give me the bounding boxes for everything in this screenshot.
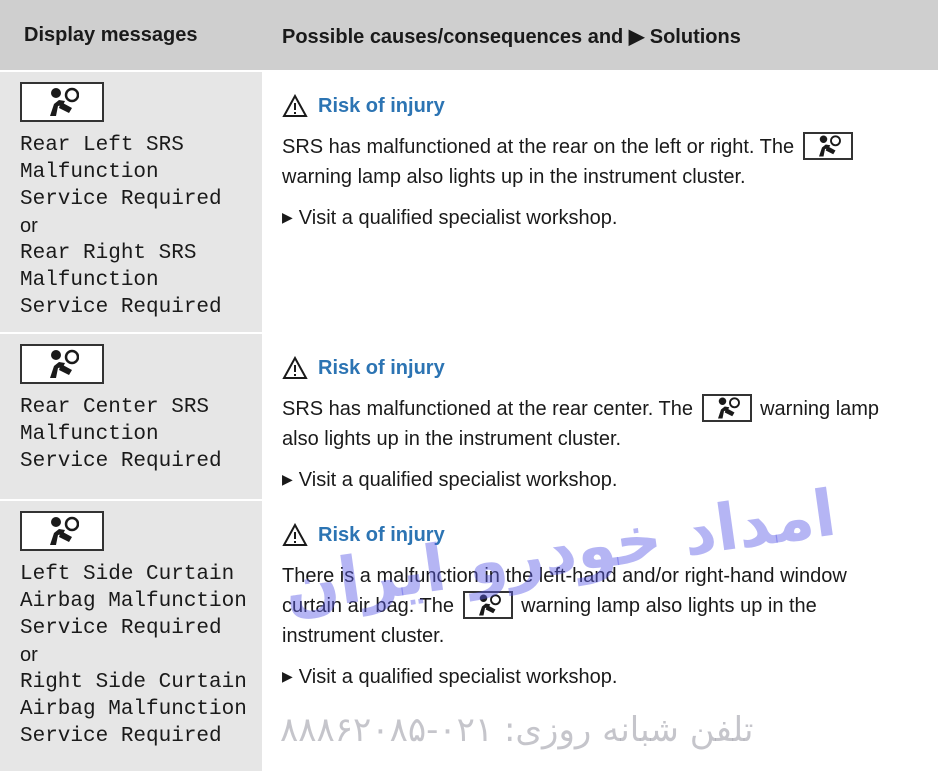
warning-heading: Risk of injury xyxy=(282,523,938,547)
message-line: Malfunction xyxy=(20,161,159,184)
message-line: Rear Right SRS xyxy=(20,242,197,265)
message-line: Service Required xyxy=(20,450,222,473)
solution-item: ▶ Visit a qualified specialist workshop. xyxy=(282,661,938,692)
cause-text-part: SRS has malfunctioned at the rear center… xyxy=(282,398,693,420)
message-line: Malfunction xyxy=(20,269,159,292)
cause-text: There is a malfunction in the left-hand … xyxy=(282,565,847,587)
cause-text: warning lamp also lights up in the instr… xyxy=(282,166,746,188)
table-row: Left Side Curtain Airbag Malfunction Ser… xyxy=(0,499,938,771)
message-line: Airbag Malfunction xyxy=(20,698,247,721)
cause-text: curtain air bag. The warning lamp also l… xyxy=(282,591,938,621)
airbag-warning-icon xyxy=(20,511,104,551)
message-line: Left Side Curtain xyxy=(20,563,235,586)
solution-text: Visit a qualified specialist workshop. xyxy=(298,207,618,229)
cause-text-part: curtain air bag. The xyxy=(282,595,454,617)
message-line: Right Side Curtain xyxy=(20,671,247,694)
message-line: Service Required xyxy=(20,296,222,319)
arrow-right-icon: ▶ xyxy=(282,471,293,487)
message-line: Rear Left SRS xyxy=(20,134,184,157)
message-line: Service Required xyxy=(20,725,222,748)
header-causes-solutions: Possible causes/consequences and ▶ Solut… xyxy=(282,26,741,48)
arrow-right-icon: ▶ xyxy=(282,209,293,225)
causes-cell: Risk of injury SRS has malfunctioned at … xyxy=(262,334,938,499)
message-line: Airbag Malfunction xyxy=(20,590,247,613)
airbag-warning-icon xyxy=(20,82,104,122)
cause-text-part: warning lamp also lights up in the xyxy=(521,595,817,617)
warning-label: Risk of injury xyxy=(318,94,445,117)
warning-heading: Risk of injury xyxy=(282,94,938,118)
airbag-warning-icon xyxy=(802,132,853,160)
display-messages-table: Display messages Possible causes/consequ… xyxy=(0,0,938,771)
cause-text: SRS has malfunctioned at the rear on the… xyxy=(282,132,938,162)
cause-text: also lights up in the instrument cluster… xyxy=(282,428,622,450)
message-line: Malfunction xyxy=(20,423,159,446)
warning-label: Risk of injury xyxy=(318,523,445,546)
or-label: or xyxy=(20,644,38,666)
display-message-cell: Rear Center SRS Malfunction Service Requ… xyxy=(0,334,262,499)
airbag-warning-icon xyxy=(701,394,752,422)
warning-heading: Risk of injury xyxy=(282,356,938,380)
or-label: or xyxy=(20,215,38,237)
display-message-cell: Left Side Curtain Airbag Malfunction Ser… xyxy=(0,501,262,771)
solution-text: Visit a qualified specialist workshop. xyxy=(298,469,618,491)
airbag-warning-icon xyxy=(20,344,104,384)
cause-text: SRS has malfunctioned at the rear center… xyxy=(282,394,938,424)
cause-text-part: warning lamp xyxy=(760,398,880,420)
table-row: Rear Center SRS Malfunction Service Requ… xyxy=(0,332,938,499)
message-line: Service Required xyxy=(20,188,222,211)
message-line: Service Required xyxy=(20,617,222,640)
solution-item: ▶ Visit a qualified specialist workshop. xyxy=(282,202,938,233)
table-header: Display messages Possible causes/consequ… xyxy=(0,0,938,70)
warning-triangle-icon xyxy=(282,94,308,118)
solution-item: ▶ Visit a qualified specialist workshop. xyxy=(282,464,938,495)
warning-triangle-icon xyxy=(282,523,308,547)
cause-text-part: SRS has malfunctioned at the rear on the… xyxy=(282,136,795,158)
display-message-cell: Rear Left SRS Malfunction Service Requir… xyxy=(0,72,262,332)
message-line: Rear Center SRS xyxy=(20,396,210,419)
causes-cell: Risk of injury There is a malfunction in… xyxy=(262,501,938,771)
solution-text: Visit a qualified specialist workshop. xyxy=(298,666,618,688)
table-row: Rear Left SRS Malfunction Service Requir… xyxy=(0,70,938,332)
cause-text: instrument cluster. xyxy=(282,625,445,647)
warning-label: Risk of injury xyxy=(318,356,445,379)
airbag-warning-icon xyxy=(462,591,513,619)
warning-triangle-icon xyxy=(282,356,308,380)
header-display-messages: Display messages xyxy=(24,24,198,46)
arrow-right-icon: ▶ xyxy=(282,668,293,684)
causes-cell: Risk of injury SRS has malfunctioned at … xyxy=(262,72,938,332)
